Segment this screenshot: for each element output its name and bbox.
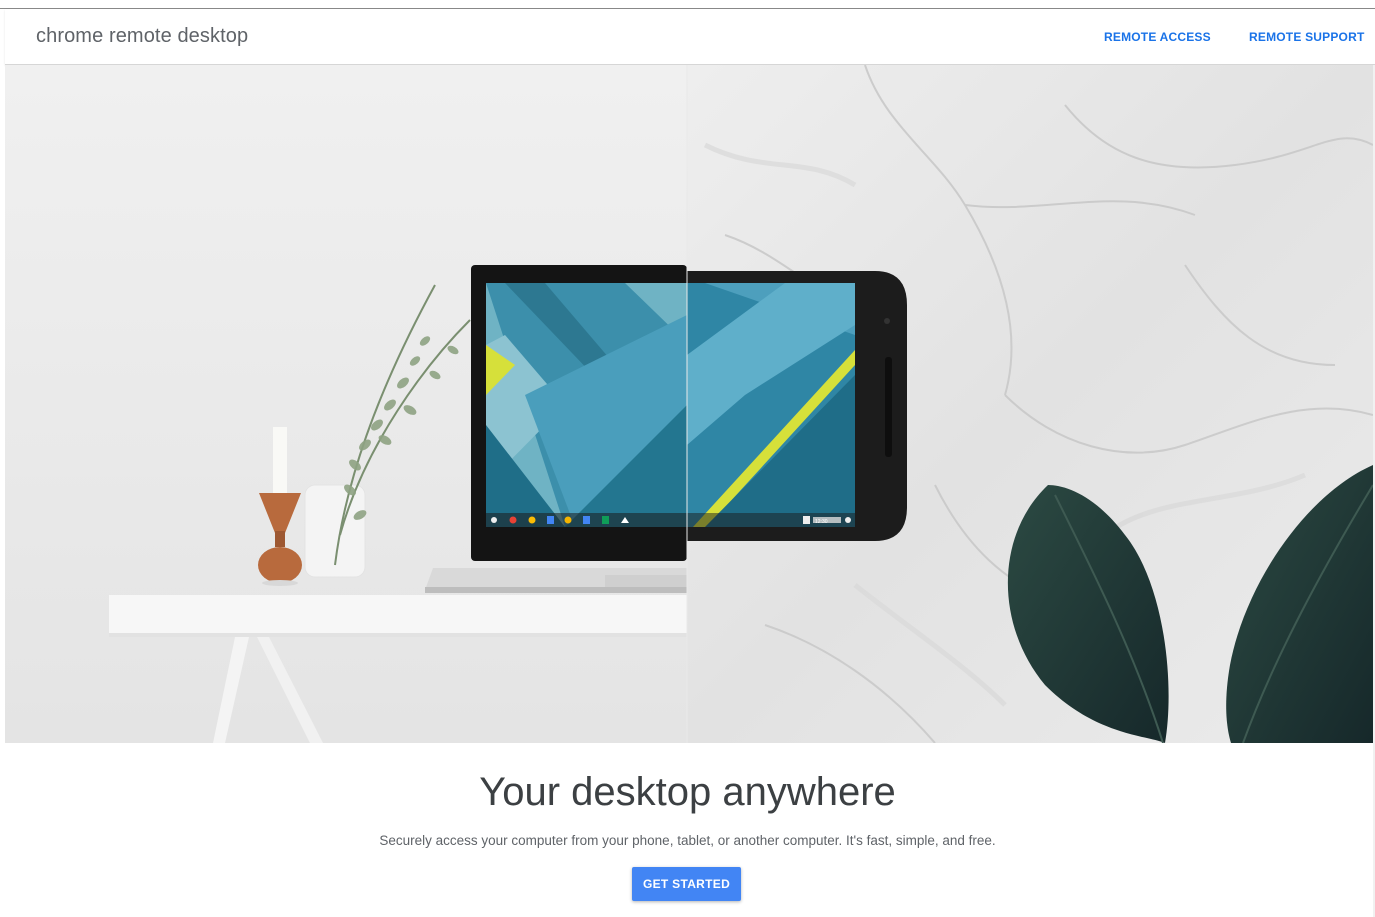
- nav-remote-support[interactable]: REMOTE SUPPORT: [1249, 30, 1364, 44]
- brand-logo-text[interactable]: chrome remote desktop: [36, 25, 248, 48]
- nav-remote-access[interactable]: REMOTE ACCESS: [1104, 30, 1211, 44]
- get-started-button[interactable]: GET STARTED: [632, 867, 741, 901]
- phone-status-time-text: 12:30: [815, 519, 828, 525]
- page-headline: Your desktop anywhere: [479, 770, 896, 814]
- page-subtitle: Securely access your computer from your …: [379, 833, 996, 848]
- hero-image: 12:30: [5, 65, 1373, 743]
- top-app-bar: chrome remote desktop REMOTE ACCESS REMO…: [5, 9, 1375, 65]
